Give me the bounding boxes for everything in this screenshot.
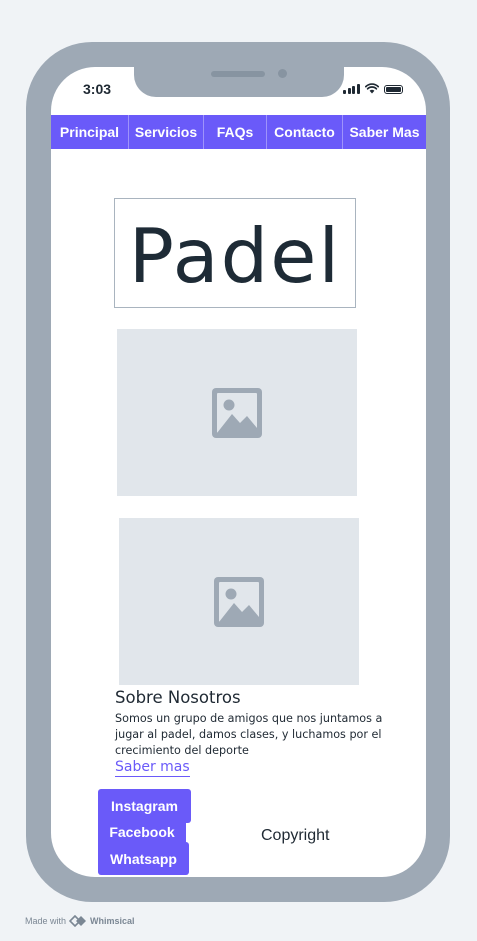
nav-item-principal[interactable]: Principal [51, 115, 129, 149]
made-with-label: Made with [25, 916, 67, 926]
image-placeholder-1 [117, 329, 357, 496]
whatsapp-button[interactable]: Whatsapp [98, 842, 189, 875]
about-title: Sobre Nosotros [115, 688, 241, 707]
nav-item-saber-mas[interactable]: Saber Mas [343, 115, 426, 149]
logo-box: Padel [114, 198, 356, 308]
status-time: 3:03 [83, 81, 112, 97]
nav-item-contacto[interactable]: Contacto [267, 115, 343, 149]
main-navbar: Principal Servicios FAQs Contacto Saber … [51, 115, 426, 149]
whimsical-logo-icon [69, 915, 87, 927]
nav-item-faqs[interactable]: FAQs [204, 115, 267, 149]
phone-screen: 3:03 Principal Servicios FAQs Contacto S… [51, 67, 426, 877]
saber-mas-link[interactable]: Saber mas [115, 759, 190, 777]
about-body: Somos un grupo de amigos que nos juntamo… [115, 712, 383, 757]
signal-icon [343, 83, 360, 94]
made-with-credit[interactable]: Made with Whimsical [25, 915, 135, 927]
whimsical-brand: Whimsical [90, 916, 135, 926]
logo-text: Padel [128, 211, 342, 300]
status-icons [343, 83, 403, 94]
wifi-icon [364, 83, 379, 94]
image-placeholder-2 [119, 518, 359, 685]
image-placeholder-icon [212, 387, 262, 438]
speaker-icon [211, 71, 265, 77]
image-placeholder-icon [214, 576, 264, 627]
camera-icon [278, 69, 287, 78]
battery-icon [383, 85, 403, 94]
nav-item-servicios[interactable]: Servicios [129, 115, 204, 149]
copyright-text: Copyright [261, 827, 330, 844]
phone-notch [134, 67, 344, 97]
